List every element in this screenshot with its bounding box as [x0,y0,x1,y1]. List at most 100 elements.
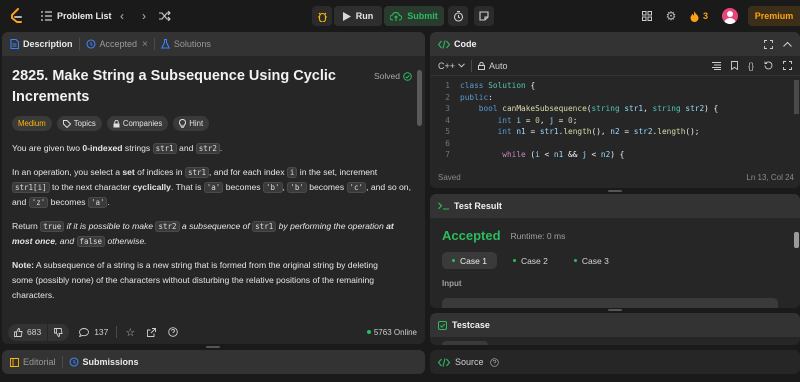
language-label: C++ [438,60,456,71]
timer-icon[interactable] [448,6,468,26]
result-scrollbar[interactable] [794,232,799,248]
run-button[interactable]: Run [334,6,382,26]
leetcode-logo[interactable] [10,8,23,24]
result-status-row: Accepted Runtime: 0 ms [430,228,800,243]
layout-icon[interactable] [640,9,654,23]
paragraph-operation: In an operation, you select a set of ind… [12,167,411,208]
submit-label: Submit [407,11,438,21]
case-2-tab[interactable]: Case 2 [503,252,558,269]
lightbulb-icon [179,119,187,128]
runtime-label: Runtime: 0 ms [510,230,566,241]
prev-problem-icon[interactable]: ‹ [116,9,128,23]
braces-icon[interactable]: {} [748,61,754,71]
submit-button[interactable]: Submit [384,6,444,26]
share-icon[interactable] [147,327,157,337]
code-line[interactable]: 6 [436,138,792,150]
tag-row: Medium Topics Companies Hint [12,116,412,131]
case-1-tab[interactable]: Case 1 [442,252,497,269]
play-icon [342,11,351,21]
maximize-icon[interactable] [764,39,773,49]
like-button[interactable]: 683 [8,323,48,341]
description-scrollbar[interactable] [417,70,422,126]
topics-label: Topics [73,119,96,128]
list-icon [40,11,52,21]
code-toolbar: C++ Auto {} [430,56,800,76]
debug-icon[interactable] [312,6,332,26]
reset-icon[interactable] [764,61,773,70]
code-line[interactable]: 3 bool canMakeSubsequence(string str1, s… [436,103,792,115]
code-line[interactable]: 7 while (i < n1 && j < n2) { [436,149,792,161]
solved-indicator: Solved [374,71,412,81]
testcase-panel: Testcase [430,313,800,345]
tab-submissions[interactable]: Submissions [68,357,139,367]
saved-status: Saved [438,172,461,182]
code-text: int i = 0, j = 0; [497,115,578,125]
format-icon[interactable] [711,61,721,70]
tab-accepted[interactable]: Accepted × [85,39,148,50]
result-resize-handle[interactable] [608,309,622,311]
code-panel: Code C++ Auto {} 1 class Solution {2 publi… [430,32,800,188]
online-dot [366,330,371,334]
language-select[interactable]: C++ [438,61,465,71]
notes-icon[interactable] [474,6,494,26]
bottom-tab-panel: Editorial Submissions [2,350,425,374]
tab-description[interactable]: Description [10,39,73,49]
tab-solutions[interactable]: Solutions [160,39,211,49]
shuffle-icon[interactable] [158,9,172,23]
topics-tag[interactable]: Topics [56,116,102,131]
source-panel: Source [430,350,800,374]
tab-editorial[interactable]: Editorial [10,357,56,367]
solved-label: Solved [374,71,400,81]
bookmark-icon[interactable] [731,61,738,70]
premium-label: Premium [754,11,794,21]
avatar[interactable] [722,8,738,24]
online-indicator: 5763 Online [366,328,417,337]
code-line[interactable]: 4 int i = 0, j = 0; [436,115,792,127]
code-text: while (i < n1 && j < n2) { [502,150,625,159]
problem-list-label: Problem List [57,11,112,21]
checkbox-icon [438,320,447,330]
code-editor[interactable]: 1 class Solution {2 public: 3 bool canMakeS… [436,80,792,164]
fullscreen-icon[interactable] [783,61,792,70]
line-number: 5 [445,127,450,136]
top-bar: Problem List ‹ › Run Submit ⚙ 3 Premium [0,0,800,32]
premium-button[interactable]: Premium [748,6,800,26]
help-icon[interactable] [168,327,179,337]
hint-tag[interactable]: Hint [173,116,210,131]
source-label[interactable]: Source [455,357,484,367]
comments-button[interactable]: 137 [79,327,108,337]
companies-tag[interactable]: Companies [106,116,169,131]
code-brackets-icon [438,39,450,49]
code-text: public: [460,92,493,102]
tab-accepted-label: Accepted [99,39,138,49]
editor-scrollbar[interactable] [794,80,799,114]
chevron-up-icon[interactable] [783,41,792,47]
paragraph-return: Return true if it is possible to make st… [12,221,394,247]
description-panel: Description Accepted × Solutions 2825. M… [2,32,425,344]
hint-label: Hint [189,119,204,128]
code-line[interactable]: 2 public: [436,92,792,104]
problem-list-link[interactable]: Problem List [40,8,112,24]
left-tab-bar: Description Accepted × Solutions [2,32,425,56]
line-number: 4 [445,115,450,125]
left-resize-handle[interactable] [206,346,220,348]
upload-cloud-icon [390,11,403,21]
right-resize-handle[interactable] [608,190,622,192]
streak-counter[interactable]: 3 [690,9,708,23]
help-icon[interactable] [489,357,499,367]
close-tab-icon[interactable]: × [142,39,148,50]
next-problem-icon[interactable]: › [138,9,150,23]
lock-icon [113,119,120,128]
testcase-title: Testcase [452,320,490,330]
code-line[interactable]: 5 int n1 = str1.length(), n2 = str2.leng… [436,126,792,138]
auto-mode[interactable]: Auto [478,61,508,71]
case-3-tab[interactable]: Case 3 [564,252,619,269]
history-icon [68,357,79,367]
case-tabs: Case 1 Case 2 Case 3 [430,252,800,269]
streak-count: 3 [703,11,709,21]
settings-gear-icon[interactable]: ⚙ [664,9,678,23]
dislike-button[interactable] [48,323,70,341]
code-line[interactable]: 1 class Solution { [436,80,792,92]
tab-editorial-label: Editorial [23,357,56,367]
star-icon[interactable]: ☆ [125,326,135,339]
